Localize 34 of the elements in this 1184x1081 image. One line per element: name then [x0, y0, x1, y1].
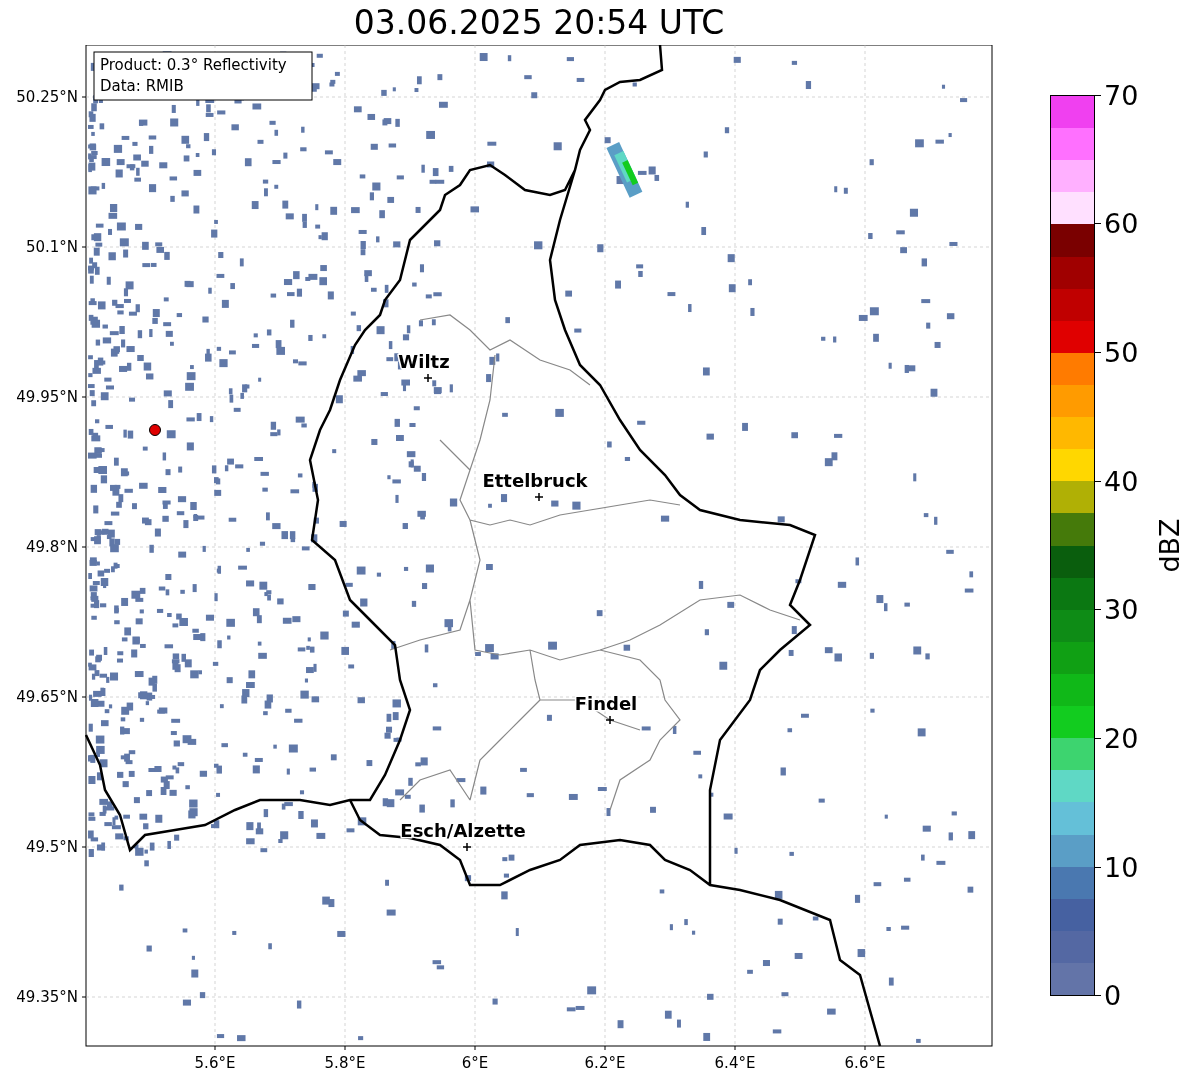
colorbar-tick-label: 0	[1104, 982, 1122, 1010]
info-text: Product: 0.3° Reflectivity	[100, 56, 287, 74]
radar-site-marker	[149, 424, 161, 436]
colorbar-tick-label: 20	[1104, 725, 1139, 752]
longitude-label: 6.6°E	[844, 1054, 886, 1072]
longitude-label: 6.4°E	[714, 1054, 756, 1072]
city-label: Wiltz	[398, 351, 450, 372]
latitude-label: 49.35°N	[16, 988, 78, 1006]
latitude-label: 49.65°N	[16, 688, 78, 706]
latitude-label: 50.25°N	[16, 88, 78, 106]
colorbar-axis-label: dBZ	[1155, 518, 1183, 573]
colorbar-tick-label: 30	[1104, 596, 1139, 624]
colorbar-tick-label: 50	[1104, 338, 1139, 366]
city-label: Findel	[574, 693, 638, 714]
longitude-label: 6.2°E	[584, 1054, 626, 1072]
colorbar-tick-label: 60	[1104, 210, 1139, 238]
colorbar-tick-label: 70	[1104, 81, 1139, 109]
info-text: Data: RMIB	[100, 77, 184, 95]
city-marker-icon	[605, 715, 615, 725]
latitude-label: 49.5°N	[25, 838, 78, 856]
city-label: Esch/Alzette	[400, 820, 526, 841]
city-marker-icon	[534, 492, 544, 502]
colorbar-tick-label: 40	[1104, 467, 1139, 495]
city-label: Ettelbruck	[482, 470, 588, 491]
latitude-label: 50.1°N	[25, 238, 78, 256]
latitude-label: 49.95°N	[16, 388, 78, 406]
city-marker-icon	[423, 373, 433, 383]
latitude-label: 49.8°N	[25, 538, 78, 556]
longitude-label: 6°E	[461, 1054, 489, 1072]
colorbar-tick-label: 10	[1104, 853, 1139, 881]
city-marker-icon	[462, 842, 472, 852]
longitude-label: 5.6°E	[194, 1054, 236, 1072]
longitude-label: 5.8°E	[324, 1054, 366, 1072]
chart-title: 03.06.2025 20:54 UTC	[353, 6, 725, 39]
